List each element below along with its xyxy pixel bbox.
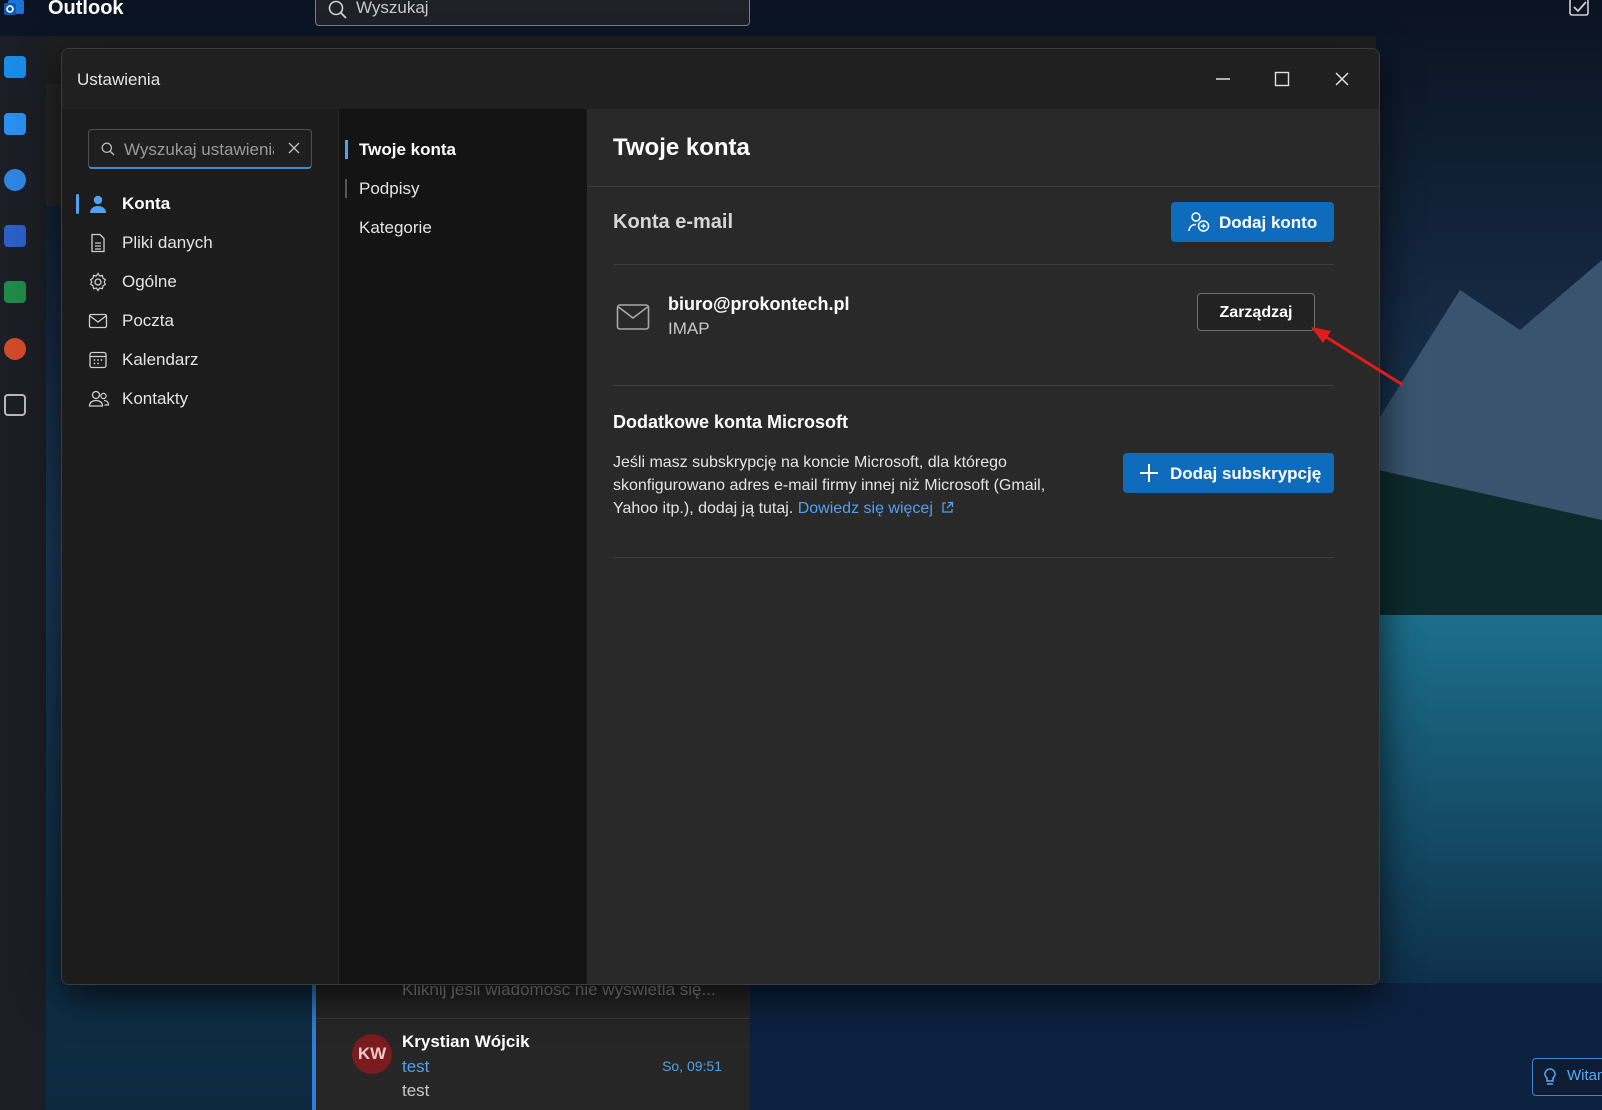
excel-app-icon[interactable] xyxy=(4,281,26,303)
settings-dialog: Ustawienia Wyszukaj ustawienia Konta Pli… xyxy=(61,48,1380,985)
app-topbar: Outlook Wyszukaj xyxy=(0,0,1602,36)
page-title: Twoje konta xyxy=(613,134,750,161)
subnav-item-label: Kategorie xyxy=(359,218,432,237)
close-icon xyxy=(1335,72,1349,86)
email-accounts-heading: Konta e-mail xyxy=(613,211,734,233)
account-email: biuro@prokontech.pl xyxy=(668,294,850,314)
external-link-icon xyxy=(942,501,954,513)
global-search-input[interactable]: Wyszukaj xyxy=(315,0,750,26)
calendar-app-icon[interactable] xyxy=(4,113,26,135)
settings-search-placeholder: Wyszukaj ustawienia xyxy=(124,140,274,159)
message-preview: test xyxy=(402,1081,430,1100)
search-icon xyxy=(101,142,115,156)
message-subject: test xyxy=(402,1057,430,1076)
app-title: Outlook xyxy=(48,0,124,19)
settings-nav: Wyszukaj ustawienia Konta Pliki danych O… xyxy=(62,109,339,984)
gear-icon xyxy=(89,272,107,292)
close-button[interactable] xyxy=(1322,63,1362,95)
microsoft-accounts-description: Jeśli masz subskrypcję na koncie Microso… xyxy=(613,451,1083,520)
learn-more-link[interactable]: Dowiedz się więcej xyxy=(798,500,955,517)
subnav-item-kategorie[interactable]: Kategorie xyxy=(341,210,581,244)
settings-search-input[interactable]: Wyszukaj ustawienia xyxy=(88,129,312,169)
lightbulb-icon xyxy=(1544,1068,1556,1085)
calendar-icon xyxy=(89,351,107,369)
search-icon xyxy=(328,0,347,19)
global-search-placeholder: Wyszukaj xyxy=(356,0,429,17)
document-icon xyxy=(91,233,105,253)
powerpoint-app-icon[interactable] xyxy=(4,338,26,360)
dialog-titlebar: Ustawienia xyxy=(62,49,1379,109)
microsoft-accounts-heading: Dodatkowe konta Microsoft xyxy=(613,412,849,432)
message-list: Kliknij jeśli wiadomość nie wyświetla si… xyxy=(312,970,750,1110)
witam-button[interactable]: Witam xyxy=(1532,1058,1602,1096)
dialog-title: Ustawienia xyxy=(77,70,161,89)
active-indicator xyxy=(345,140,348,159)
nav-item-ogolne[interactable]: Ogólne xyxy=(76,264,326,300)
maximize-icon xyxy=(1274,71,1290,87)
settings-subnav: Twoje konta Podpisy Kategorie xyxy=(339,109,588,984)
people-icon xyxy=(88,390,110,407)
divider xyxy=(316,1018,750,1019)
nav-item-pliki-danych[interactable]: Pliki danych xyxy=(76,225,326,261)
minimize-button[interactable] xyxy=(1203,63,1243,95)
nav-item-kalendarz[interactable]: Kalendarz xyxy=(76,342,326,378)
clear-icon[interactable] xyxy=(287,141,301,155)
message-time: So, 09:51 xyxy=(662,1058,722,1074)
divider xyxy=(613,557,1334,558)
plus-icon xyxy=(1140,464,1158,482)
divider xyxy=(613,264,1334,265)
subnav-item-podpisy[interactable]: Podpisy xyxy=(341,171,581,205)
nav-item-label: Kontakty xyxy=(122,389,189,408)
witam-label: Witam xyxy=(1567,1067,1602,1084)
subnav-item-label: Twoje konta xyxy=(359,140,456,159)
active-indicator xyxy=(76,194,79,214)
manage-label: Zarządzaj xyxy=(1219,304,1293,321)
subnav-item-twoje-konta[interactable]: Twoje konta xyxy=(341,132,581,166)
add-person-icon xyxy=(1188,212,1210,232)
mail-icon xyxy=(616,304,650,330)
account-type: IMAP xyxy=(668,319,710,338)
selected-indicator xyxy=(312,970,316,1110)
settings-content: Twoje konta Konta e-mail Dodaj konto biu… xyxy=(588,109,1379,984)
nav-item-konta[interactable]: Konta xyxy=(76,186,326,222)
avatar: KW xyxy=(352,1034,392,1074)
maximize-button[interactable] xyxy=(1262,63,1302,95)
nav-item-label: Poczta xyxy=(122,311,174,330)
mail-app-icon[interactable] xyxy=(4,56,26,78)
nav-item-poczta[interactable]: Poczta xyxy=(76,303,326,339)
add-account-button[interactable]: Dodaj konto xyxy=(1171,202,1334,242)
person-icon xyxy=(90,195,106,213)
todo-check-icon[interactable] xyxy=(1568,0,1592,18)
more-apps-icon[interactable] xyxy=(4,394,26,416)
minimize-icon xyxy=(1216,78,1230,80)
add-subscription-label: Dodaj subskrypcję xyxy=(1170,464,1322,483)
divider xyxy=(588,186,1379,187)
nav-item-label: Ogólne xyxy=(122,272,177,291)
divider xyxy=(613,385,1334,386)
word-app-icon[interactable] xyxy=(4,225,26,247)
subnav-item-label: Podpisy xyxy=(359,179,420,198)
outlook-logo-icon xyxy=(4,0,24,15)
item-indicator xyxy=(345,179,347,198)
nav-item-label: Konta xyxy=(122,194,171,213)
nav-item-kontakty[interactable]: Kontakty xyxy=(76,381,326,417)
manage-button[interactable]: Zarządzaj xyxy=(1197,293,1315,331)
mail-icon xyxy=(88,313,108,329)
people-app-icon[interactable] xyxy=(4,169,26,191)
nav-item-label: Kalendarz xyxy=(122,350,199,369)
add-account-label: Dodaj konto xyxy=(1219,213,1318,232)
nav-item-label: Pliki danych xyxy=(122,233,213,252)
add-subscription-button[interactable]: Dodaj subskrypcję xyxy=(1123,453,1334,493)
message-sender: Krystian Wójcik xyxy=(402,1032,530,1051)
app-rail xyxy=(0,36,46,1110)
learn-more-label: Dowiedz się więcej xyxy=(797,500,933,517)
